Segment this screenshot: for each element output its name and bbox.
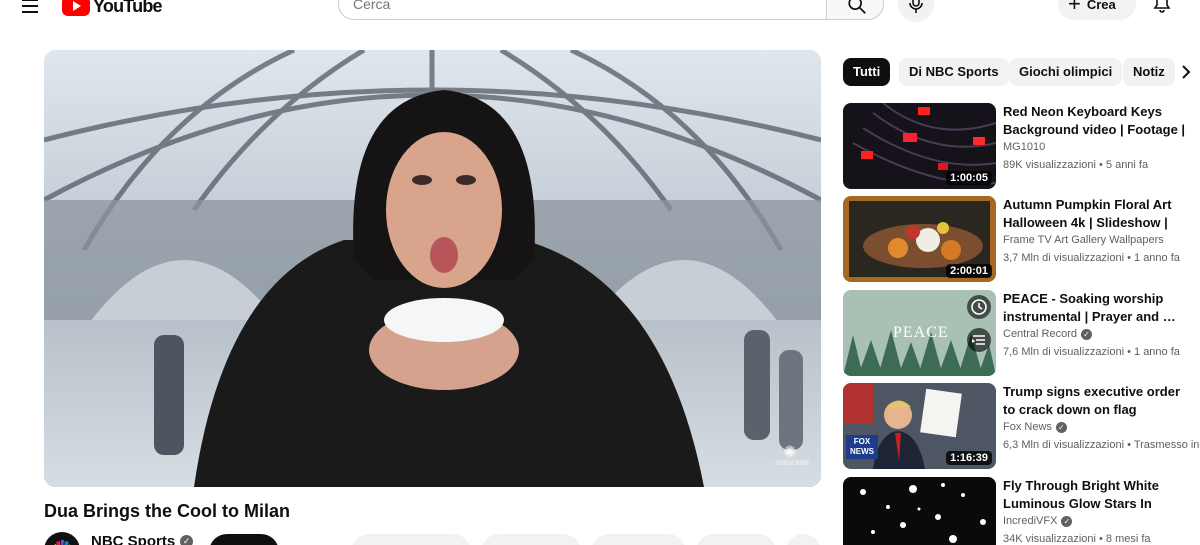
plus-icon: + bbox=[1068, 0, 1081, 16]
chip-di-nbc-sports[interactable]: Di NBC Sports bbox=[899, 58, 1009, 86]
recommendation-item[interactable]: 1:00:05 Red Neon Keyboard Keys Backgroun… bbox=[843, 103, 1200, 189]
duration-badge: 2:00:01 bbox=[946, 264, 992, 278]
verified-badge-icon: ✓ bbox=[1080, 328, 1092, 340]
video-thumbnail[interactable]: FOX NEWS 1:16:39 bbox=[843, 383, 996, 469]
youtube-play-icon bbox=[62, 0, 90, 16]
menu-icon[interactable] bbox=[18, 0, 42, 18]
save-button[interactable] bbox=[591, 534, 686, 545]
add-to-queue-icon[interactable] bbox=[967, 328, 991, 352]
fox-news-logo: FOX NEWS bbox=[846, 435, 878, 459]
recommendation-item[interactable]: PEACE PEACE - Soaking worship instrument… bbox=[843, 290, 1200, 376]
video-player[interactable]: ✺ SUBSCRIBE bbox=[44, 50, 821, 487]
notifications-bell-icon[interactable] bbox=[1150, 0, 1174, 16]
verified-badge-icon: ✓ bbox=[1061, 515, 1073, 527]
like-dislike-button[interactable] bbox=[351, 534, 471, 545]
chip-giochi-olimpici[interactable]: Giochi olimpici bbox=[1009, 58, 1123, 86]
subscribe-button[interactable] bbox=[209, 534, 279, 545]
channel-name[interactable]: NBC Sports ✓ bbox=[91, 533, 194, 545]
video-thumbnail[interactable]: 1:00:05 bbox=[843, 103, 996, 189]
clock-icon[interactable] bbox=[967, 295, 991, 319]
verified-badge-icon: ✓ bbox=[180, 535, 194, 545]
create-button[interactable]: + Crea bbox=[1058, 0, 1136, 20]
duration-badge: 1:00:05 bbox=[946, 171, 992, 185]
video-thumbnail[interactable] bbox=[843, 477, 996, 545]
recommendation-item[interactable]: 2:00:01 Autumn Pumpkin Floral Art Hallow… bbox=[843, 196, 1200, 282]
recommendation-meta: 89K visualizzazioni • 5 anni fa bbox=[1003, 159, 1149, 171]
voice-search-button[interactable] bbox=[898, 0, 934, 22]
recommendation-channel[interactable]: IncrediVFX ✓ bbox=[1003, 515, 1073, 527]
share-button[interactable] bbox=[481, 534, 581, 545]
recommendation-item[interactable]: FOX NEWS 1:16:39 Trump signs executive o… bbox=[843, 383, 1200, 469]
thumbnail-text: PEACE bbox=[893, 324, 949, 341]
clip-button[interactable] bbox=[696, 534, 776, 545]
recommendation-title[interactable]: Fly Through Bright White Luminous Glow S… bbox=[1003, 477, 1188, 513]
channel-avatar[interactable] bbox=[44, 532, 80, 545]
search-bar bbox=[338, 0, 884, 20]
video-thumbnail[interactable]: PEACE bbox=[843, 290, 996, 376]
duration-badge: 1:16:39 bbox=[946, 451, 992, 465]
recommendation-channel[interactable]: Frame TV Art Gallery Wallpapers bbox=[1003, 234, 1164, 246]
microphone-icon bbox=[909, 0, 923, 13]
chip-notizie[interactable]: Notiz bbox=[1123, 58, 1175, 86]
recommendation-title[interactable]: PEACE - Soaking worship instrumental | P… bbox=[1003, 290, 1188, 326]
recommendation-item[interactable]: Fly Through Bright White Luminous Glow S… bbox=[843, 477, 1200, 545]
recommendation-meta: 6,3 Mln di visualizzazioni • Trasmesso i… bbox=[1003, 439, 1200, 451]
recommendation-title[interactable]: Autumn Pumpkin Floral Art Halloween 4k |… bbox=[1003, 196, 1188, 232]
recommendation-meta: 34K visualizzazioni • 8 mesi fa bbox=[1003, 533, 1151, 545]
masthead: YouTube + Crea bbox=[0, 0, 1200, 24]
video-frame bbox=[44, 50, 821, 487]
search-button[interactable] bbox=[826, 0, 884, 20]
chevron-right-icon[interactable] bbox=[1176, 62, 1196, 82]
chip-tutti[interactable]: Tutti bbox=[843, 58, 891, 86]
youtube-logo[interactable]: YouTube bbox=[62, 0, 163, 16]
recommendation-channel[interactable]: MG1010 bbox=[1003, 141, 1045, 153]
recommendation-title[interactable]: Trump signs executive order to crack dow… bbox=[1003, 383, 1188, 419]
filter-chips: Tutti Di NBC Sports Giochi olimpici Noti… bbox=[843, 58, 1183, 86]
recommendation-channel[interactable]: Central Record ✓ bbox=[1003, 328, 1092, 340]
channel-watermark[interactable]: ✺ SUBSCRIBE bbox=[775, 444, 810, 468]
recommendation-meta: 7,6 Mln di visualizzazioni • 1 anno fa bbox=[1003, 346, 1180, 358]
more-actions-button[interactable] bbox=[786, 534, 821, 545]
search-icon bbox=[848, 0, 866, 14]
channel-row: NBC Sports ✓ bbox=[44, 532, 821, 545]
recommendation-title[interactable]: Red Neon Keyboard Keys Background video … bbox=[1003, 103, 1188, 139]
thumbnail-image bbox=[843, 477, 996, 545]
nbc-peacock-icon bbox=[54, 540, 71, 545]
video-thumbnail[interactable]: 2:00:01 bbox=[843, 196, 996, 282]
nbc-peacock-icon: ✺ bbox=[783, 444, 797, 461]
create-label: Crea bbox=[1086, 0, 1116, 12]
recommendation-channel[interactable]: Fox News ✓ bbox=[1003, 421, 1067, 433]
search-input[interactable] bbox=[338, 0, 828, 20]
verified-badge-icon: ✓ bbox=[1055, 421, 1067, 433]
recommendation-meta: 3,7 Mln di visualizzazioni • 1 anno fa bbox=[1003, 252, 1180, 264]
video-title: Dua Brings the Cool to Milan bbox=[44, 501, 290, 521]
